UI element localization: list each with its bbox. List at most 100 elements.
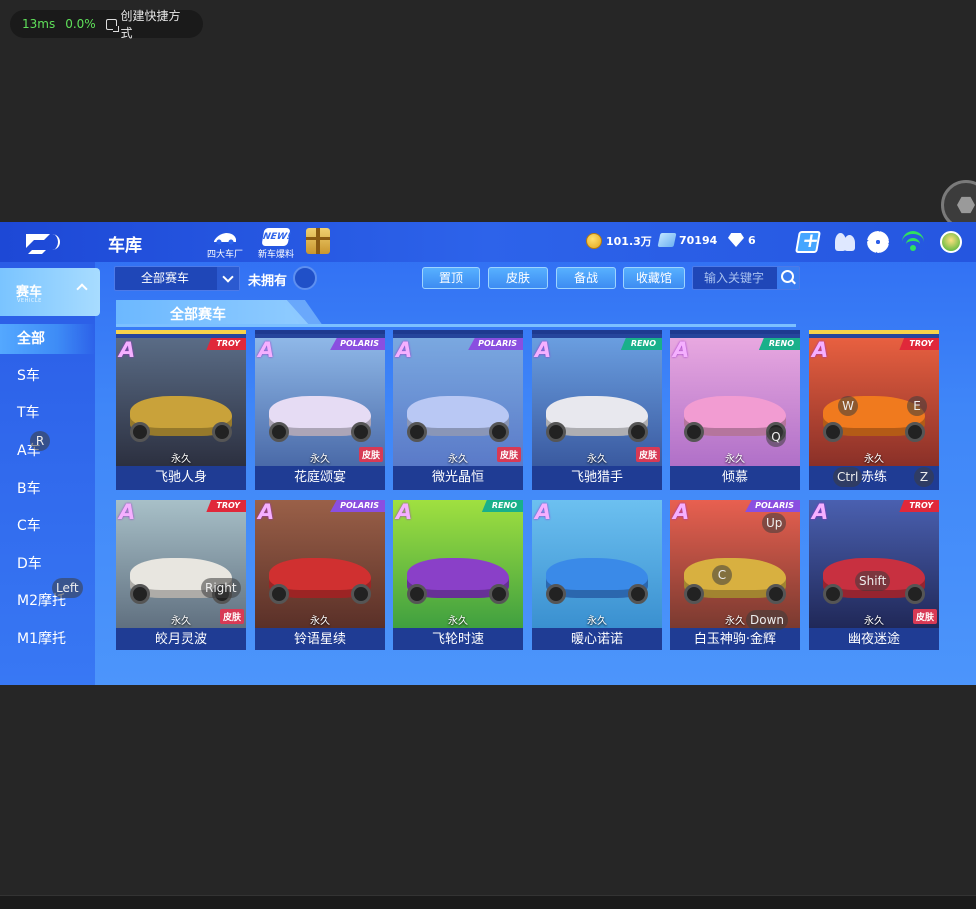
diamond-balance[interactable]: 6 xyxy=(728,233,756,247)
vehicle-card[interactable]: A RENO 永久 倾慕 xyxy=(670,330,800,490)
grade-badge: A xyxy=(673,338,690,362)
vehicle-card[interactable]: A TROY 永久 飞驰人身 xyxy=(116,330,246,490)
key-hint-e: E xyxy=(907,396,927,416)
sidebar-item[interactable]: S车 xyxy=(0,361,95,391)
wheel-icon xyxy=(905,584,925,604)
vehicle-name: 幽夜迷途 xyxy=(809,628,939,650)
ownership-duration: 永久 xyxy=(587,616,607,627)
not-owned-toggle[interactable] xyxy=(293,266,317,290)
collection-hall-button[interactable]: 收藏馆 xyxy=(623,267,685,289)
settings-gear-icon[interactable] xyxy=(867,231,889,253)
wheel-icon xyxy=(407,422,427,442)
vehicle-name: 皎月灵波 xyxy=(116,628,246,650)
sidebar-item[interactable]: T车 xyxy=(0,398,95,428)
coin-balance[interactable]: 101.3万 xyxy=(586,233,652,249)
sidebar-item[interactable]: 全部 xyxy=(0,324,95,354)
key-hint-z: Z xyxy=(914,467,934,487)
skin-badge: 皮肤 xyxy=(496,447,521,462)
new-car-news-label: 新车爆料 xyxy=(257,250,294,260)
vehicle-name: 白玉神驹·金辉 xyxy=(670,628,800,650)
wheel-icon xyxy=(351,584,371,604)
vehicle-artwork xyxy=(116,338,246,466)
new-car-news-button[interactable]: NEW! 新车爆料 xyxy=(254,226,298,260)
grade-badge: A xyxy=(119,500,136,524)
sidebar-item[interactable]: D车 xyxy=(0,549,95,579)
key-hint-right: Right xyxy=(201,578,241,598)
grade-badge: A xyxy=(812,338,829,362)
vehicle-card[interactable]: A POLARIS 永久 皮肤 花庭颂宴 xyxy=(255,330,385,490)
skin-badge: 皮肤 xyxy=(912,609,937,624)
brand-tag: POLARIS xyxy=(330,338,385,350)
vehicle-name: 飞驰猎手 xyxy=(532,466,662,490)
ticket-amount: 70194 xyxy=(679,233,718,247)
wheel-icon xyxy=(130,584,150,604)
key-hint-q: Q xyxy=(766,427,786,447)
vehicle-card[interactable]: A TROY 永久 皮肤 皎月灵波 xyxy=(116,500,246,650)
wheel-icon xyxy=(628,422,648,442)
wheel-icon xyxy=(823,422,843,442)
grade-badge: A xyxy=(396,338,413,362)
add-currency-icon[interactable] xyxy=(795,231,821,253)
grade-badge: A xyxy=(396,500,413,524)
car-silhouette-icon xyxy=(214,233,236,245)
vehicle-card[interactable]: A POLARIS 永久 铃语星续 xyxy=(255,500,385,650)
prepare-button[interactable]: 备战 xyxy=(556,267,616,289)
shortcut-icon xyxy=(105,18,119,32)
wheel-icon xyxy=(766,584,786,604)
grade-badge: A xyxy=(535,500,552,524)
vehicle-name: 飞轮时速 xyxy=(393,628,523,650)
pin-top-button[interactable]: 置顶 xyxy=(422,267,480,289)
vehicle-card[interactable]: A 永久 暖心诺诺 xyxy=(532,500,662,650)
grade-badge: A xyxy=(673,500,690,524)
skin-badge: 皮肤 xyxy=(358,447,383,462)
card-top-stripe xyxy=(255,330,385,334)
sidebar-item[interactable]: C车 xyxy=(0,511,95,541)
category-subtitle: VEHICLE xyxy=(17,298,42,304)
brand-tag: RENO xyxy=(758,338,800,350)
vehicle-filter-select[interactable]: 全部赛车 xyxy=(114,266,240,291)
grade-badge: A xyxy=(535,338,552,362)
card-top-stripe xyxy=(809,330,939,334)
coin-icon xyxy=(586,233,602,249)
wheel-icon xyxy=(823,584,843,604)
filter-select-value: 全部赛车 xyxy=(141,271,190,285)
vehicle-card[interactable]: A RENO 永久 皮肤 飞驰猎手 xyxy=(532,330,662,490)
sidebar-item[interactable]: B车 xyxy=(0,474,95,504)
vehicle-category-header[interactable]: 赛车 VEHICLE xyxy=(0,268,100,316)
diamond-icon xyxy=(728,233,744,247)
ownership-duration: 永久 xyxy=(310,616,330,627)
brand-tag: POLARIS xyxy=(745,500,800,512)
section-title: 全部赛车 xyxy=(170,307,226,323)
search-icon[interactable] xyxy=(777,267,799,289)
card-top-stripe xyxy=(532,330,662,334)
key-hint-left: Left xyxy=(52,578,83,598)
not-owned-label: 未拥有 xyxy=(248,274,288,289)
search-input[interactable] xyxy=(693,267,777,289)
wifi-signal-icon xyxy=(902,231,924,253)
card-top-stripe xyxy=(393,330,523,334)
brand-tag: TROY xyxy=(899,500,939,512)
vehicle-card[interactable]: A RENO 永久 飞轮时速 xyxy=(393,500,523,650)
wheel-icon xyxy=(212,422,232,442)
skin-button[interactable]: 皮肤 xyxy=(488,267,548,289)
gift-box-icon[interactable] xyxy=(306,228,330,254)
wheel-icon xyxy=(628,584,648,604)
game-logo-icon[interactable] xyxy=(24,230,62,254)
new-badge-icon: NEW! xyxy=(261,228,292,246)
create-shortcut-button[interactable]: 创建快捷方式 xyxy=(105,7,191,41)
ownership-duration: 永久 xyxy=(448,616,468,627)
wheel-icon xyxy=(905,422,925,442)
coin-amount: 101.3万 xyxy=(606,235,652,248)
friends-icon[interactable] xyxy=(833,231,855,253)
wheel-icon xyxy=(546,422,566,442)
sidebar-item[interactable]: M1摩托 xyxy=(0,624,95,654)
four-factories-button[interactable]: 四大车厂 xyxy=(203,226,247,260)
vehicle-artwork xyxy=(670,338,800,466)
vehicle-card[interactable]: A POLARIS 永久 皮肤 微光晶恒 xyxy=(393,330,523,490)
card-top-stripe xyxy=(670,330,800,334)
brand-tag: POLARIS xyxy=(330,500,385,512)
wheel-icon xyxy=(546,584,566,604)
search-box xyxy=(692,266,800,290)
ticket-balance[interactable]: 70194 xyxy=(657,233,718,247)
player-avatar-icon[interactable] xyxy=(940,231,962,253)
